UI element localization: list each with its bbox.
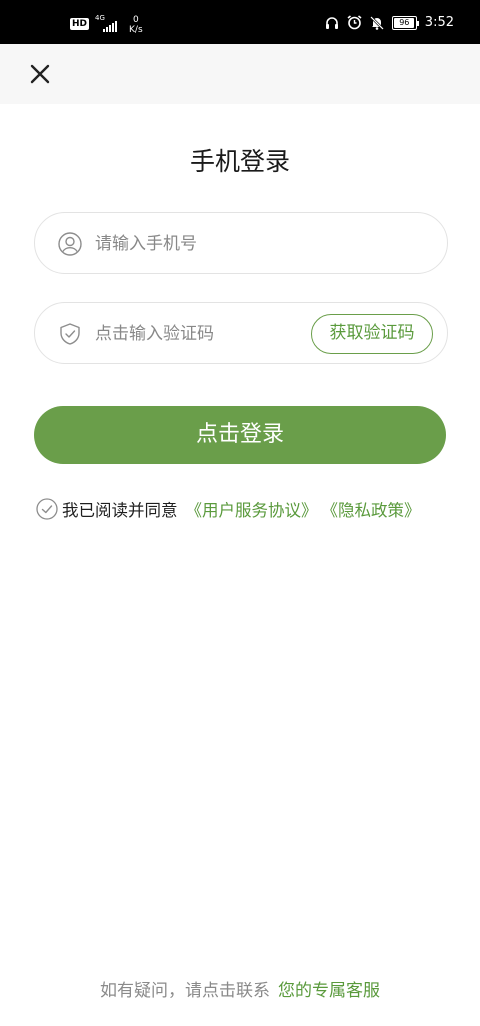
privacy-policy-link[interactable]: 《隐私政策》 (322, 497, 421, 521)
nav-bar (0, 44, 480, 104)
clock: 3:52 (424, 15, 454, 30)
phone-input[interactable] (95, 228, 335, 260)
mute-icon (369, 15, 384, 30)
footer: 如有疑问，请点击联系 您的专属客服 (0, 976, 480, 1001)
status-right: 96 3:52 (325, 15, 454, 30)
signal-icon (103, 21, 118, 32)
status-bar: HD 4G 0 K/s 96 3:52 (0, 0, 480, 44)
login-button[interactable]: 点击登录 (34, 406, 446, 464)
close-icon[interactable] (26, 60, 54, 88)
customer-service-link[interactable]: 您的专属客服 (278, 981, 380, 1001)
user-agreement-link[interactable]: 《用户服务协议》 (186, 497, 318, 521)
hd-badge: HD (70, 18, 90, 30)
phone-field[interactable] (34, 212, 448, 274)
network-speed: 0 K/s (129, 15, 143, 35)
agreement-text: 我已阅读并同意 (62, 501, 178, 520)
footer-text: 如有疑问，请点击联系 (100, 981, 270, 1001)
shield-icon (60, 323, 80, 345)
agreement-row: 我已阅读并同意 《用户服务协议》 《隐私政策》 (36, 496, 421, 522)
check-circle-icon[interactable] (36, 498, 58, 520)
network-speed-unit: K/s (129, 25, 143, 35)
battery-icon: 96 (391, 15, 419, 30)
page-title: 手机登录 (189, 147, 290, 176)
network-speed-value: 0 (132, 15, 139, 25)
headphones-icon (325, 16, 338, 29)
battery-level: 96 (399, 17, 410, 27)
network-indicator: 4G (95, 14, 119, 32)
status-left: HD 4G 0 K/s (70, 14, 143, 35)
alarm-icon (347, 15, 362, 30)
code-input[interactable] (95, 318, 335, 350)
code-field[interactable]: 获取验证码 (34, 302, 448, 364)
user-icon (58, 232, 82, 256)
get-code-button[interactable]: 获取验证码 (311, 314, 433, 354)
